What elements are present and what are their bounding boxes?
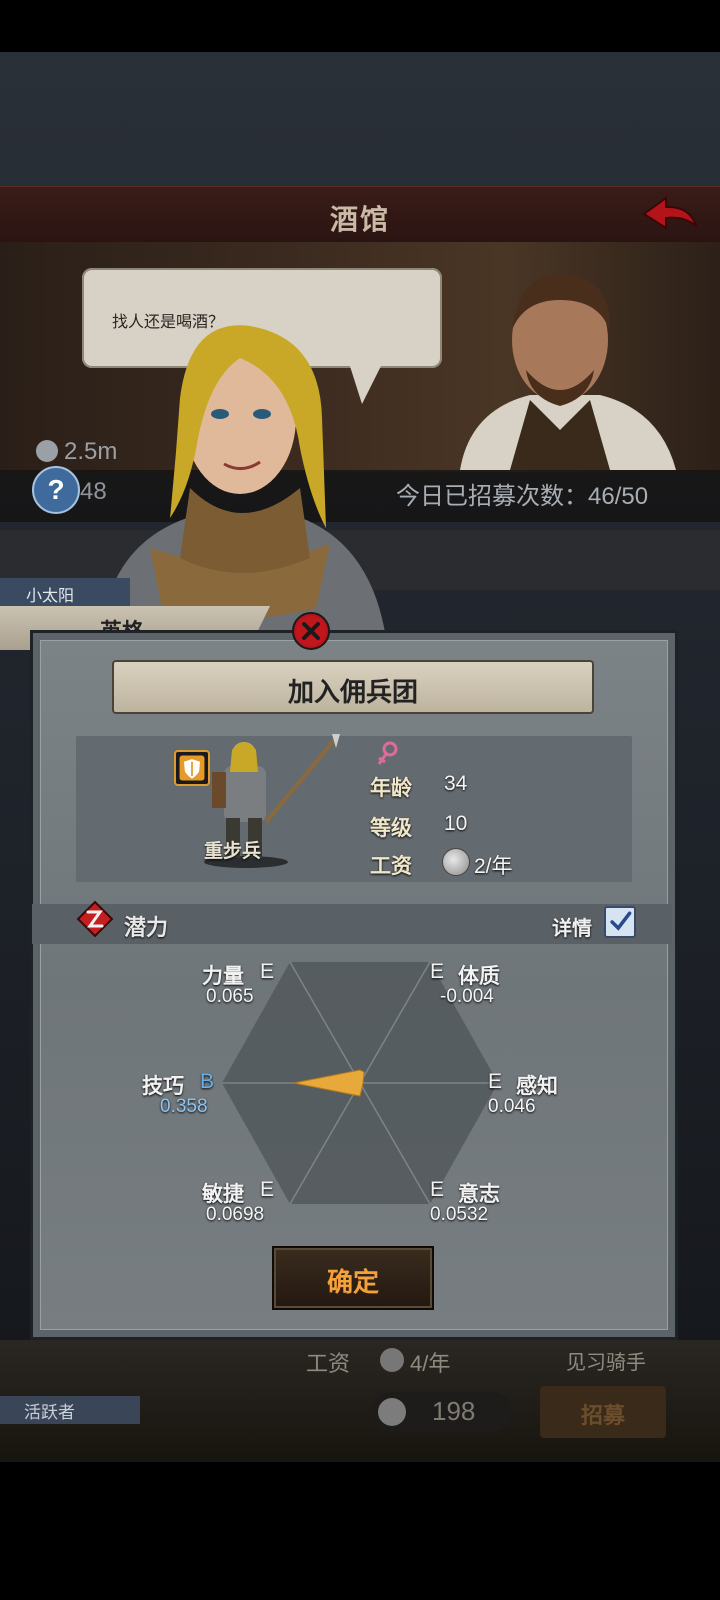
attr-skill-grade: B bbox=[200, 1070, 215, 1093]
age-label: 年龄 bbox=[370, 777, 412, 800]
coin-icon bbox=[442, 848, 470, 876]
attr-constitution-value: -0.004 bbox=[440, 986, 494, 1007]
detail-checkbox[interactable] bbox=[604, 906, 636, 938]
attr-will-grade: E bbox=[430, 1178, 445, 1201]
attr-agility-value: 0.0698 bbox=[206, 1204, 265, 1225]
unit-class-label: 重步兵 bbox=[204, 841, 262, 862]
potential-icon bbox=[76, 900, 114, 938]
recruit-button-label: 招募 bbox=[580, 1403, 625, 1428]
salary-value: 2/年 bbox=[474, 855, 513, 878]
tavern-title: 酒馆 bbox=[329, 204, 390, 235]
attr-constitution-grade: E bbox=[430, 960, 445, 983]
unit-card bbox=[76, 736, 632, 882]
attr-skill-value: 0.358 bbox=[160, 1096, 208, 1117]
age-value: 34 bbox=[444, 772, 468, 795]
help-button[interactable]: ? bbox=[32, 466, 80, 514]
coin-icon bbox=[378, 1398, 406, 1426]
coin-icon bbox=[380, 1348, 404, 1372]
attr-will-value: 0.0532 bbox=[430, 1204, 489, 1225]
bg-tag-text: 活跃者 bbox=[24, 1403, 75, 1422]
status-bar-area bbox=[0, 0, 720, 52]
owner-name: 小太阳 bbox=[26, 588, 75, 605]
attr-strength-value: 0.065 bbox=[206, 986, 254, 1007]
female-gender-icon bbox=[377, 741, 398, 765]
barkeeper-portrait bbox=[460, 273, 676, 470]
bg-class-name: 见习骑手 bbox=[566, 1352, 646, 1374]
potential-label: 潜力 bbox=[124, 915, 169, 940]
back-arrow-icon[interactable] bbox=[640, 194, 700, 234]
bg-salary-label: 工资 bbox=[306, 1351, 351, 1376]
salary-label: 工资 bbox=[370, 855, 412, 878]
attr-agility-grade: E bbox=[260, 1178, 275, 1201]
attr-perception-value: 0.046 bbox=[488, 1096, 536, 1117]
coin-icon bbox=[36, 440, 58, 462]
bottom-bar-area bbox=[0, 1462, 720, 1600]
detail-label: 详情 bbox=[552, 918, 592, 940]
attr-strength-grade: E bbox=[260, 960, 275, 983]
close-icon[interactable] bbox=[292, 612, 330, 650]
panel-title: 加入佣兵团 bbox=[287, 677, 418, 707]
daily-recruit-count: 今日已招募次数：46/50 bbox=[396, 483, 649, 510]
level-value: 10 bbox=[444, 812, 468, 835]
shield-emblem-icon bbox=[174, 750, 210, 786]
hero-portrait bbox=[100, 325, 386, 638]
bg-salary-value: 4/年 bbox=[410, 1351, 451, 1376]
confirm-button-label: 确定 bbox=[326, 1267, 379, 1297]
attr-perception-grade: E bbox=[488, 1070, 503, 1093]
bg-price: 198 bbox=[432, 1396, 476, 1426]
level-label: 等级 bbox=[370, 817, 412, 840]
